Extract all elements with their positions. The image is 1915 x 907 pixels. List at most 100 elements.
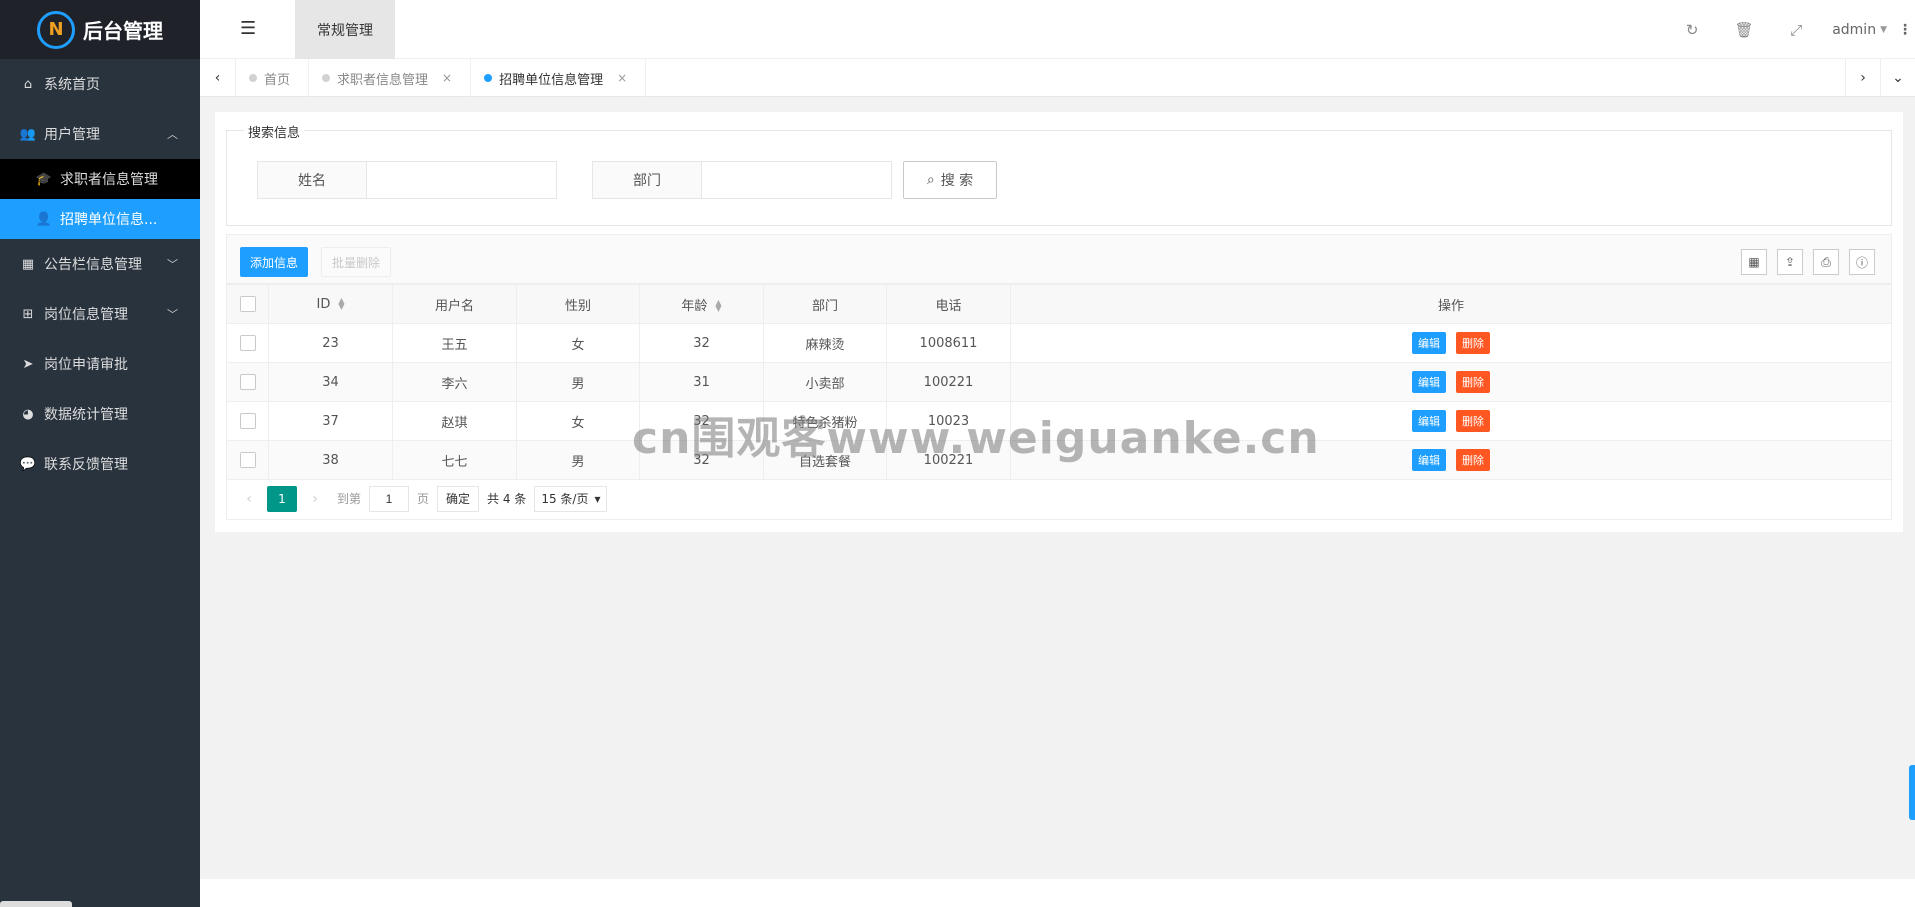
sidebar-item-notices[interactable]: ▦ 公告栏信息管理 ﹀ [0, 239, 200, 289]
cell-username: 赵琪 [392, 401, 517, 441]
cell-gender: 男 [516, 362, 640, 402]
graduation-cap-icon: 🎓 [35, 171, 53, 187]
delete-button[interactable]: 删除 [1456, 332, 1490, 354]
caret-down-icon: ▼ [1880, 24, 1887, 35]
name-input[interactable] [367, 161, 557, 199]
col-id[interactable]: ID ▲ ▼ [268, 284, 393, 324]
row-checkbox[interactable] [239, 413, 256, 429]
select-all-checkbox[interactable] [239, 296, 256, 312]
menu-toggle-icon[interactable]: ☰ [240, 18, 256, 39]
row-checkbox[interactable] [239, 452, 256, 468]
trash-icon[interactable]: 🗑 [1718, 21, 1770, 39]
side-scroll-handle[interactable] [1909, 765, 1915, 820]
sitemap-icon: ⊞ [22, 306, 34, 322]
sidebar-item-employers[interactable]: 👤 招聘单位信息... [0, 199, 200, 239]
delete-button[interactable]: 删除 [1456, 371, 1490, 393]
sidebar-item-feedback[interactable]: 💬 联系反馈管理 [0, 439, 200, 489]
print-icon[interactable]: ⎙ [1813, 249, 1839, 275]
goto-confirm-button[interactable]: 确定 [437, 485, 480, 512]
tab-bar: ‹ 首页 求职者信息管理 × 招聘单位信息管理 × › ⌄ [200, 59, 1915, 97]
edit-button[interactable]: 编辑 [1412, 410, 1446, 432]
sidebar-item-applications[interactable]: ➤ 岗位申请审批 [0, 339, 200, 389]
prev-page-icon[interactable]: ‹ [239, 491, 259, 507]
info-icon[interactable]: ⓘ [1849, 249, 1875, 275]
tab-employers[interactable]: 招聘单位信息管理 × [471, 59, 647, 97]
cell-age: 32 [639, 323, 764, 363]
edit-button[interactable]: 编辑 [1412, 371, 1446, 393]
table-toolbar: 添加信息 批量删除 ▦ ⇪ ⎙ ⓘ [226, 234, 1892, 284]
cell-gender: 女 [516, 401, 640, 441]
sidebar-item-positions[interactable]: ⊞ 岗位信息管理 ﹀ [0, 289, 200, 339]
tabs-scroll-right-icon[interactable]: › [1845, 59, 1880, 97]
sidebar-item-job-seekers[interactable]: 🎓 求职者信息管理 [0, 159, 200, 199]
search-icon: ⌕ [926, 172, 935, 188]
app-title: 后台管理 [83, 19, 163, 43]
search-legend: 搜索信息 [244, 122, 305, 141]
sort-icon[interactable]: ▲ ▼ [338, 297, 344, 311]
tab-dot [322, 74, 331, 82]
dept-label: 部门 [592, 161, 702, 199]
sort-icon[interactable]: ▲ ▼ [715, 299, 721, 313]
table-row: 37 赵琪 女 32 特色杀猪粉 10023 编辑 删除 [226, 401, 1892, 441]
close-icon[interactable]: × [442, 71, 452, 85]
user-menu[interactable]: admin ▼ [1832, 22, 1887, 38]
comments-icon: 💬 [19, 456, 37, 472]
data-table: ID ▲ ▼ 用户名 性别 年龄 ▲ ▼ 部门 电话 操作 23 王五 女 32 麻辣烫… [226, 284, 1892, 480]
calendar-icon: ▦ [21, 256, 35, 272]
search-fieldset: 搜索信息 姓名 部门 ⌕ 搜 索 [226, 122, 1892, 226]
col-phone: 电话 [886, 284, 1011, 324]
cell-dept: 自选套餐 [763, 440, 887, 480]
add-button[interactable]: 添加信息 [240, 247, 309, 277]
more-vertical-icon[interactable]: ⋮ [1895, 22, 1915, 38]
export-icon[interactable]: ⇪ [1777, 249, 1803, 275]
cell-id: 34 [268, 362, 393, 402]
search-button[interactable]: ⌕ 搜 索 [903, 161, 997, 199]
columns-filter-icon[interactable]: ▦ [1741, 249, 1767, 275]
select-all-cell [226, 284, 269, 324]
dept-field: 部门 [592, 161, 892, 199]
table-header-row: ID ▲ ▼ 用户名 性别 年龄 ▲ ▼ 部门 电话 操作 [226, 284, 1892, 324]
tab-home[interactable]: 首页 [236, 59, 310, 97]
cell-phone: 10023 [886, 401, 1011, 441]
cell-id: 37 [268, 401, 393, 441]
chevron-down-icon: ﹀ [167, 258, 178, 271]
home-icon: ⌂ [23, 76, 33, 92]
tabs-dropdown-icon[interactable]: ⌄ [1880, 59, 1915, 97]
refresh-icon[interactable]: ↻ [1666, 21, 1718, 39]
edit-button[interactable]: 编辑 [1412, 449, 1446, 471]
cell-phone: 100221 [886, 362, 1011, 402]
tabs-scroll-left-icon[interactable]: ‹ [200, 59, 236, 97]
close-icon[interactable]: × [617, 71, 627, 85]
tab-job-seekers[interactable]: 求职者信息管理 × [309, 59, 472, 97]
next-page-icon[interactable]: › [305, 491, 325, 507]
page-current[interactable]: 1 [267, 485, 297, 512]
header-tab-general[interactable]: 常规管理 [295, 0, 395, 59]
tab-dot [249, 74, 257, 82]
edit-button[interactable]: 编辑 [1412, 332, 1446, 354]
submenu-user-management: 🎓 求职者信息管理 👤 招聘单位信息... [0, 159, 200, 239]
dept-input[interactable] [702, 161, 892, 199]
col-age[interactable]: 年龄 ▲ ▼ [639, 284, 764, 324]
table-tools: ▦ ⇪ ⎙ ⓘ [1741, 249, 1875, 275]
cell-dept: 特色杀猪粉 [763, 401, 887, 441]
batch-delete-button[interactable]: 批量删除 [321, 247, 392, 277]
cell-username: 七七 [392, 440, 517, 480]
delete-button[interactable]: 删除 [1456, 449, 1490, 471]
cell-dept: 小卖部 [763, 362, 887, 402]
row-checkbox[interactable] [239, 335, 256, 351]
sidebar-item-user-management[interactable]: 👥 用户管理 ︿ [0, 109, 200, 159]
col-username: 用户名 [392, 284, 517, 324]
paper-plane-icon: ➤ [22, 356, 34, 372]
goto-label: 到第 [337, 492, 362, 506]
cell-actions: 编辑 删除 [1010, 440, 1892, 480]
sidebar-item-statistics[interactable]: ◕ 数据统计管理 [0, 389, 200, 439]
col-gender: 性别 [516, 284, 640, 324]
goto-page-input[interactable] [369, 485, 410, 512]
delete-button[interactable]: 删除 [1456, 410, 1490, 432]
row-checkbox[interactable] [239, 374, 256, 390]
page-size-select[interactable]: 15 条/页 ▾ [534, 485, 608, 512]
col-dept: 部门 [763, 284, 887, 324]
fullscreen-icon[interactable]: ⤢ [1770, 21, 1822, 39]
sidebar-item-home[interactable]: ⌂ 系统首页 [0, 59, 200, 109]
logo[interactable]: N 后台管理 [0, 0, 200, 59]
